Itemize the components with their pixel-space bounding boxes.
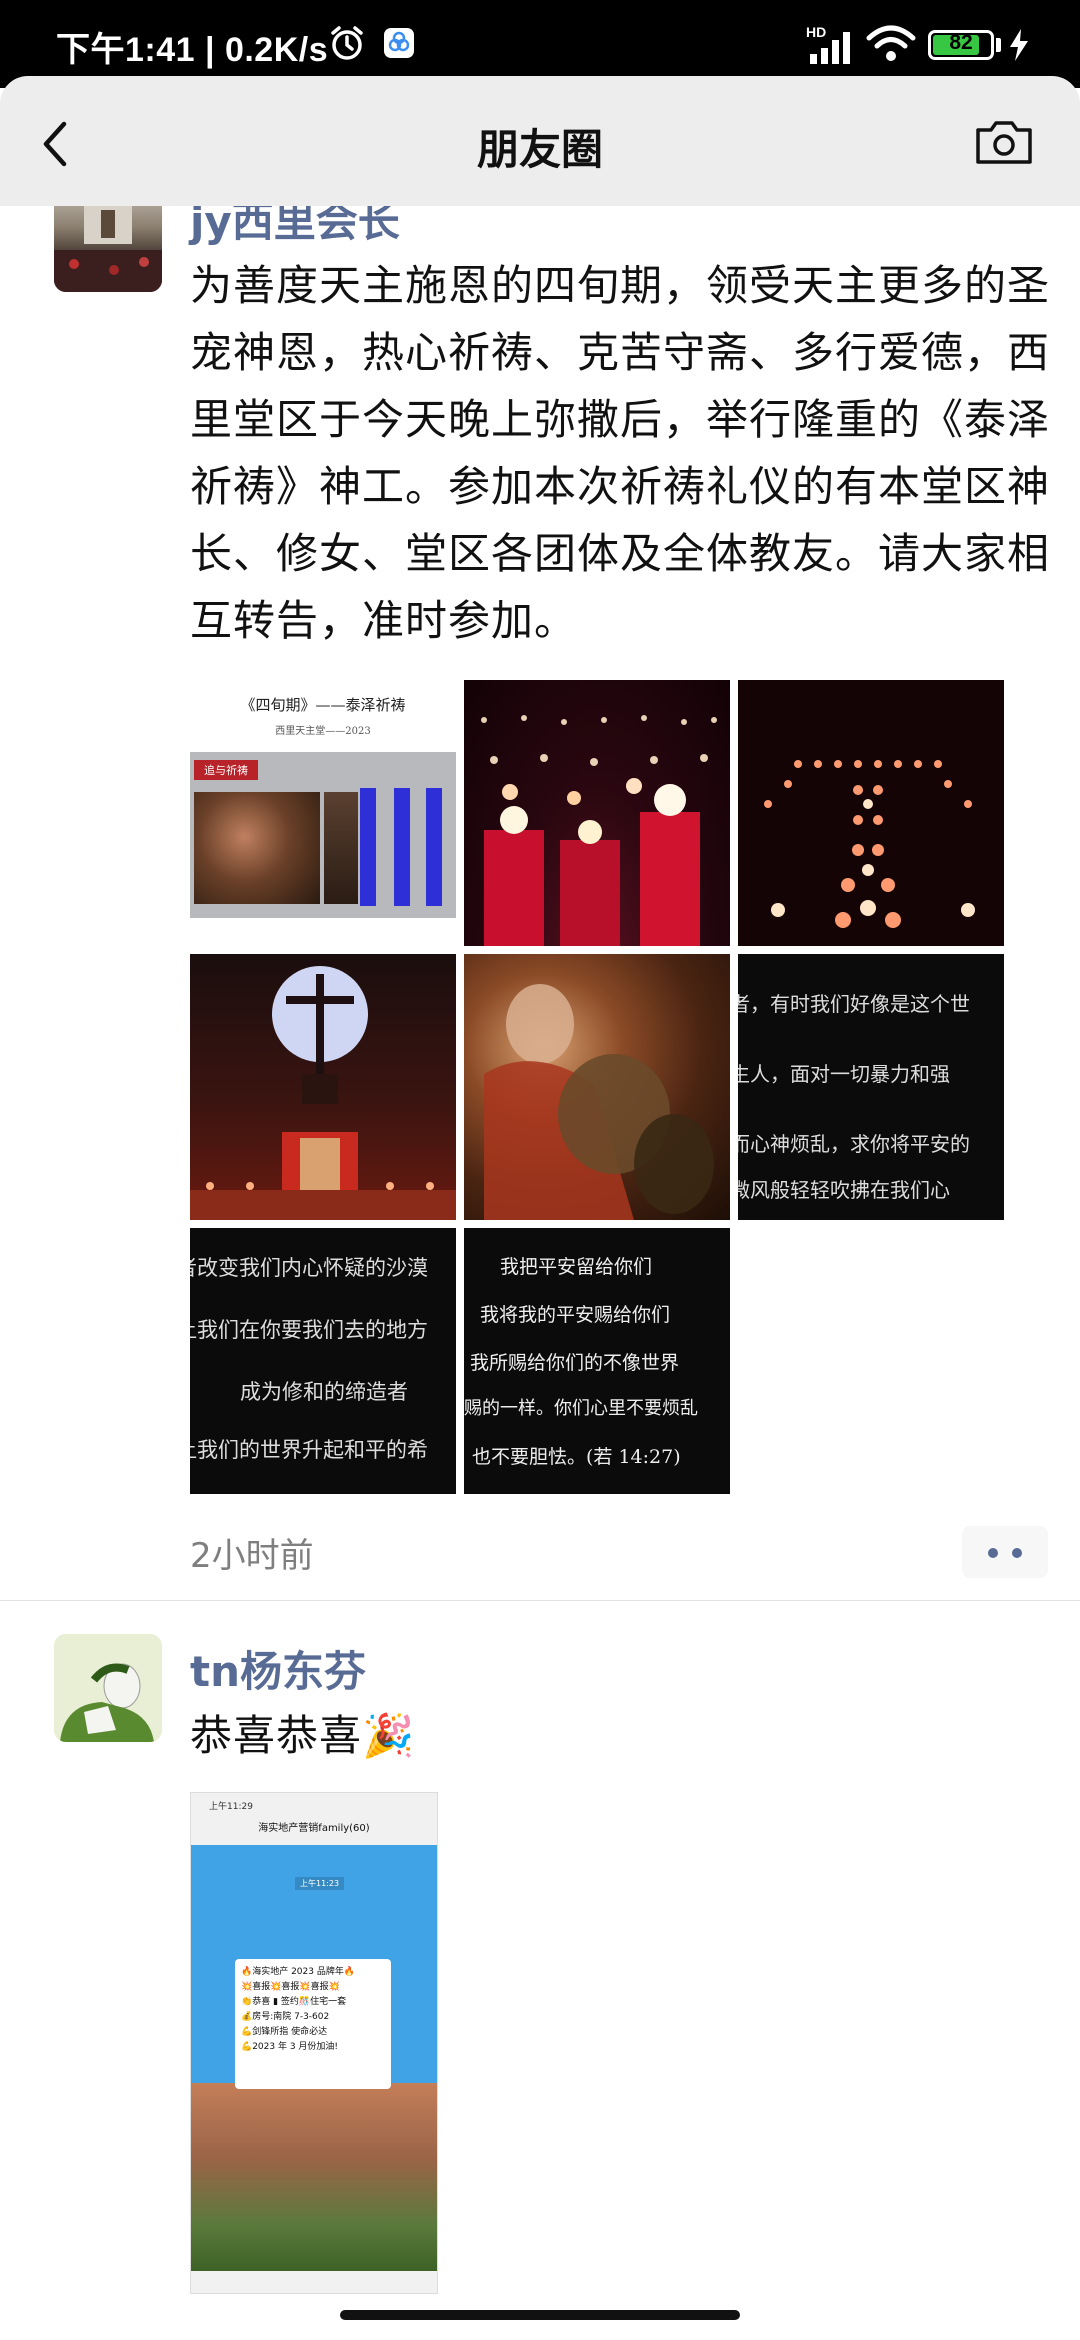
post-divider	[0, 1600, 1080, 1601]
photo-chat-screenshot[interactable]: 上午11:29 海实地产营销family(60) 上午11:23 🔥海实地产 2…	[190, 1792, 438, 2294]
poster-blue-band-3	[426, 788, 442, 906]
quote-line: 我所赐给你们的不像世界	[470, 1352, 680, 1374]
poster-title: 《四旬期》——泰泽祈祷	[240, 696, 406, 714]
poster-blue-band	[360, 788, 376, 906]
alarm-clock-icon	[331, 26, 363, 60]
screenshot-footer	[191, 2271, 437, 2293]
photo-quote-2[interactable]: 者改变我们内心怀疑的沙漠 让我们在你要我们去的地方 成为修和的缔造者 让我们的世…	[190, 1228, 456, 1494]
photo-quote-3[interactable]: 我把平安留给你们 我将我的平安赐给你们 我所赐给你们的不像世界 赐的一样。你们心…	[464, 1228, 730, 1494]
screenshot-bubble-time: 上午11:23	[295, 1877, 345, 1890]
quote-line: 让我们在你要我们去的地方	[190, 1318, 428, 1342]
photo-quote-1[interactable]: 者，有时我们好像是这个世 生人，面对一切暴力和强 而心神烦乱，求你将平安的 微风…	[738, 954, 1004, 1220]
quote-line: 而心神烦乱，求你将平安的	[738, 1132, 970, 1156]
screenshot-time: 上午11:29	[209, 1802, 253, 1812]
navigation-bar: 朋友圈	[0, 76, 1080, 206]
avatar[interactable]	[54, 1634, 162, 1742]
post-timestamp: 2小时前	[190, 1536, 314, 1576]
photo-poster[interactable]: 《四旬期》——泰泽祈祷 西里天主堂——2023 追与祈祷	[190, 680, 456, 946]
dot-icon	[1012, 1548, 1022, 1558]
poster-subtitle: 西里天主堂——2023	[275, 726, 371, 737]
screenshot-message-bubble: 🔥海实地产 2023 品牌年🔥 💥喜报💥喜报💥喜报💥 👏恭喜 ▮ 签约🎊住宅一套…	[235, 1959, 391, 2089]
more-options-button[interactable]	[962, 1526, 1048, 1578]
photo-grid: 《四旬期》——泰泽祈祷 西里天主堂——2023 追与祈祷 者，有时我们好像是这个…	[190, 680, 1004, 1494]
page-title: 朋友圈	[476, 125, 603, 174]
quote-line: 也不要胆怯。(若 14:27)	[472, 1446, 681, 1468]
poster-tag: 追与祈祷	[194, 760, 258, 780]
battery-terminal	[996, 38, 1001, 52]
poster-painting	[194, 792, 320, 904]
screenshot-header: 上午11:29 海实地产营销family(60)	[191, 1793, 437, 1845]
poster-painting-2	[324, 792, 358, 904]
quote-line: 微风般轻轻吹拂在我们心	[738, 1178, 950, 1202]
status-time: 下午1:41 | 0.2K/s	[56, 31, 329, 69]
photo-candles-closeup[interactable]	[464, 680, 730, 946]
signal-strength-icon	[810, 32, 850, 64]
message-line: 💰房号:南院 7-3-602	[241, 2012, 330, 2022]
battery-icon: 82	[928, 30, 994, 60]
photo-painting[interactable]	[464, 954, 730, 1220]
quote-line: 我将我的平安赐给你们	[480, 1304, 671, 1326]
screenshot-chat-title: 海实地产营销family(60)	[258, 1823, 370, 1834]
poster-blue-band-2	[394, 788, 410, 906]
quote-line: 者改变我们内心怀疑的沙漠	[190, 1256, 428, 1280]
message-line: 💪剑锋所指 使命必达	[241, 2027, 328, 2037]
post-text: 为善度天主施恩的四旬期，领受天主更多的圣宠神恩，热心祈祷、克苦守斋、多行爱德，西…	[190, 261, 1051, 645]
wifi-icon	[866, 25, 916, 61]
photo-candle-cross[interactable]	[738, 680, 1004, 946]
poster-panel: 追与祈祷	[190, 752, 456, 918]
quote-line: 我把平安留给你们	[500, 1256, 653, 1278]
photo-crucifix[interactable]	[190, 954, 456, 1220]
status-bar: 下午1:41 | 0.2K/s HD 82	[0, 0, 1080, 88]
quote-line: 让我们的世界升起和平的希	[190, 1438, 428, 1462]
quote-line: 成为修和的缔造者	[240, 1380, 408, 1404]
post-author[interactable]: tn杨东芬	[190, 1638, 366, 1699]
message-line: 💥喜报💥喜报💥喜报💥	[241, 1982, 340, 1992]
quote-line: 生人，面对一切暴力和强	[738, 1062, 950, 1086]
post-text: 恭喜恭喜🎉	[190, 1711, 416, 1760]
home-indicator[interactable]	[340, 2310, 740, 2320]
app-notification-icon	[384, 28, 414, 58]
battery-level-text: 82	[949, 31, 973, 54]
quote-line: 者，有时我们好像是这个世	[738, 992, 970, 1016]
quote-line: 赐的一样。你们心里不要烦乱	[464, 1398, 698, 1419]
message-line: 💪2023 年 3 月份加油!	[241, 2042, 339, 2052]
message-line: 🔥海实地产 2023 品牌年🔥	[241, 1967, 356, 1977]
message-line: 👏恭喜 ▮ 签约🎊住宅一套	[241, 1997, 347, 2007]
screenshot-building	[191, 2083, 437, 2273]
dot-icon	[988, 1548, 998, 1558]
charging-icon	[1010, 29, 1028, 61]
camera-icon[interactable]	[974, 118, 1034, 166]
